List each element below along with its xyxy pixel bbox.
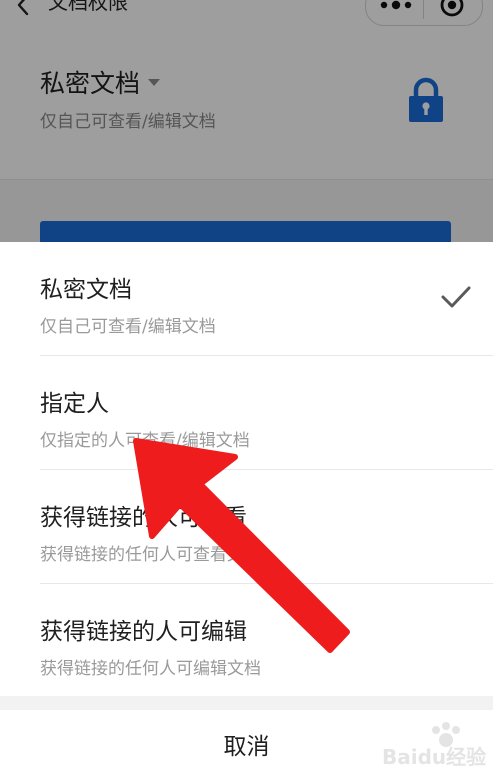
option-private[interactable]: 私密文档 仅自己可查看/编辑文档 — [0, 242, 493, 356]
checkmark-icon — [441, 286, 471, 308]
screen: 文档权限 私密文档 仅自己可查看/编辑文档 私密文档 仅自己可查看/编辑文档 指… — [0, 0, 493, 778]
baidu-watermark-icon: Baidu经验 — [382, 722, 486, 769]
option-description: 仅自己可查看/编辑文档 — [40, 317, 216, 337]
permission-action-sheet: 私密文档 仅自己可查看/编辑文档 指定人 仅指定的人可查看/编辑文档 获得链接的… — [0, 242, 493, 778]
option-link-view[interactable]: 获得链接的人可查看 获得链接的任何人可查看文档 — [0, 470, 493, 584]
option-specified-people[interactable]: 指定人 仅指定的人可查看/编辑文档 — [0, 356, 493, 470]
option-link-edit[interactable]: 获得链接的人可编辑 获得链接的任何人可编辑文档 — [0, 584, 493, 698]
sheet-separator — [0, 696, 493, 710]
watermark-text: Baidu经验 — [382, 745, 486, 769]
option-title: 私密文档 — [40, 277, 132, 303]
option-description: 仅指定的人可查看/编辑文档 — [40, 431, 250, 451]
option-description: 获得链接的任何人可查看文档 — [40, 545, 261, 565]
option-description: 获得链接的任何人可编辑文档 — [40, 659, 261, 679]
option-title: 指定人 — [40, 391, 109, 417]
option-title: 获得链接的人可编辑 — [40, 619, 247, 645]
option-title: 获得链接的人可查看 — [40, 505, 247, 531]
